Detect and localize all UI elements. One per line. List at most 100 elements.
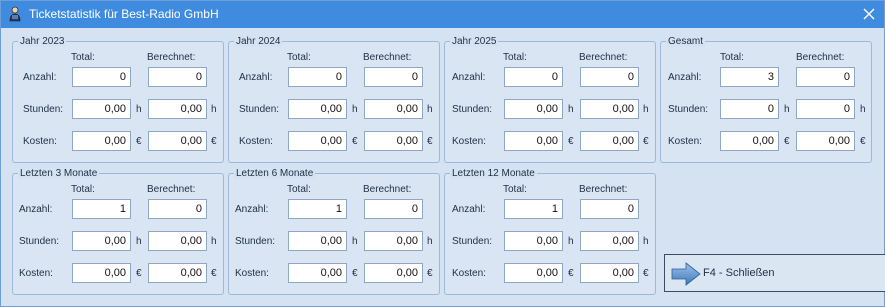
anzahl-total-field[interactable]: 1 [288, 199, 347, 219]
stunden-total-field[interactable]: 0,00 [72, 99, 131, 119]
anzahl-total-field[interactable]: 1 [504, 199, 563, 219]
group-title: Letzten 12 Monate [450, 168, 537, 179]
kosten-berechnet-field[interactable]: 0,00 [148, 131, 207, 151]
group-title: Jahr 2024 [234, 36, 283, 47]
label-anzahl: Anzahl: [239, 72, 273, 83]
anzahl-berechnet-field[interactable]: 0 [580, 67, 639, 87]
label-kosten: Kosten: [668, 136, 702, 147]
stunden-berechnet-field[interactable]: 0 [796, 99, 855, 119]
label-anzahl: Anzahl: [452, 72, 486, 83]
anzahl-total-field[interactable]: 0 [72, 67, 131, 87]
anzahl-berechnet-field[interactable]: 0 [148, 199, 207, 219]
label-kosten: Kosten: [19, 268, 53, 279]
ticket-statistics-window: Ticketstatistik für Best-Radio GmbH Jahr… [0, 0, 885, 307]
unit-currency: € [352, 136, 358, 147]
unit-currency: € [352, 268, 358, 279]
anzahl-berechnet-field[interactable]: 0 [148, 67, 207, 87]
stunden-total-field[interactable]: 0,00 [288, 99, 347, 119]
stunden-berechnet-field[interactable]: 0,00 [364, 231, 423, 251]
group-gesamt: Gesamt Total: Berechnet: Anzahl: 3 0 Stu… [660, 36, 872, 163]
label-kosten: Kosten: [239, 136, 273, 147]
group-title: Letzten 6 Monate [234, 168, 316, 179]
anzahl-berechnet-field[interactable]: 0 [796, 67, 855, 87]
group-jahr-2023: Jahr 2023 Total: Berechnet: Anzahl: 0 0 … [12, 36, 224, 163]
stunden-total-field[interactable]: 0,00 [504, 231, 563, 251]
stunden-total-field[interactable]: 0,00 [72, 231, 131, 251]
label-stunden: Stunden: [452, 104, 493, 115]
unit-currency: € [427, 136, 433, 147]
unit-currency: € [860, 136, 866, 147]
window-title: Ticketstatistik für Best-Radio GmbH [29, 7, 219, 21]
unit-currency: € [211, 268, 217, 279]
kosten-total-field[interactable]: 0,00 [72, 131, 131, 151]
col-head-total: Total: [720, 52, 744, 63]
unit-currency: € [211, 136, 217, 147]
label-stunden: Stunden: [235, 236, 276, 247]
label-anzahl: Anzahl: [668, 72, 702, 83]
stunden-total-field[interactable]: 0,00 [288, 231, 347, 251]
col-head-berechnet: Berechnet: [363, 52, 412, 63]
label-anzahl: Anzahl: [19, 204, 53, 215]
unit-hours: h [568, 104, 574, 115]
anzahl-berechnet-field[interactable]: 0 [364, 67, 423, 87]
label-kosten: Kosten: [235, 268, 269, 279]
stunden-berechnet-field[interactable]: 0,00 [580, 231, 639, 251]
col-head-berechnet: Berechnet: [363, 184, 412, 195]
unit-hours: h [643, 104, 649, 115]
col-head-berechnet: Berechnet: [147, 184, 196, 195]
kosten-berechnet-field[interactable]: 0,00 [796, 131, 855, 151]
label-stunden: Stunden: [452, 236, 493, 247]
stunden-berechnet-field[interactable]: 0,00 [580, 99, 639, 119]
arrow-right-icon [671, 262, 701, 286]
unit-hours: h [136, 236, 142, 247]
stunden-berechnet-field[interactable]: 0,00 [148, 99, 207, 119]
label-stunden: Stunden: [23, 104, 64, 115]
unit-hours: h [211, 104, 217, 115]
unit-currency: € [643, 268, 649, 279]
unit-hours: h [860, 104, 866, 115]
kosten-total-field[interactable]: 0,00 [504, 131, 563, 151]
kosten-berechnet-field[interactable]: 0,00 [148, 263, 207, 283]
stunden-total-field[interactable]: 0 [720, 99, 779, 119]
close-f4-button[interactable]: F4 - Schließen [664, 254, 885, 292]
close-button-label: F4 - Schließen [703, 267, 775, 279]
close-icon[interactable] [860, 5, 878, 23]
group-title: Jahr 2025 [450, 36, 499, 47]
anzahl-total-field[interactable]: 3 [720, 67, 779, 87]
kosten-berechnet-field[interactable]: 0,00 [580, 263, 639, 283]
kosten-total-field[interactable]: 0,00 [288, 263, 347, 283]
anzahl-total-field[interactable]: 1 [72, 199, 131, 219]
stunden-berechnet-field[interactable]: 0,00 [148, 231, 207, 251]
kosten-total-field[interactable]: 0,00 [288, 131, 347, 151]
unit-hours: h [427, 236, 433, 247]
group-title: Gesamt [666, 36, 706, 47]
stunden-total-field[interactable]: 0,00 [504, 99, 563, 119]
unit-hours: h [352, 104, 358, 115]
col-head-total: Total: [503, 184, 527, 195]
kosten-total-field[interactable]: 0,00 [720, 131, 779, 151]
anzahl-total-field[interactable]: 0 [288, 67, 347, 87]
stunden-berechnet-field[interactable]: 0,00 [364, 99, 423, 119]
group-letzten-3-monate: Letzten 3 Monate Total: Berechnet: Anzah… [12, 168, 224, 295]
kosten-berechnet-field[interactable]: 0,00 [580, 131, 639, 151]
label-kosten: Kosten: [23, 136, 57, 147]
kosten-total-field[interactable]: 0,00 [504, 263, 563, 283]
kosten-berechnet-field[interactable]: 0,00 [364, 263, 423, 283]
unit-hours: h [136, 104, 142, 115]
kosten-berechnet-field[interactable]: 0,00 [364, 131, 423, 151]
col-head-berechnet: Berechnet: [147, 52, 196, 63]
group-jahr-2024: Jahr 2024 Total: Berechnet: Anzahl: 0 0 … [228, 36, 440, 163]
unit-currency: € [643, 136, 649, 147]
anzahl-berechnet-field[interactable]: 0 [364, 199, 423, 219]
label-stunden: Stunden: [668, 104, 709, 115]
unit-currency: € [568, 136, 574, 147]
unit-currency: € [136, 268, 142, 279]
kosten-total-field[interactable]: 0,00 [72, 263, 131, 283]
label-anzahl: Anzahl: [235, 204, 269, 215]
anzahl-berechnet-field[interactable]: 0 [580, 199, 639, 219]
col-head-total: Total: [287, 184, 311, 195]
unit-hours: h [211, 236, 217, 247]
anzahl-total-field[interactable]: 0 [504, 67, 563, 87]
group-letzten-6-monate: Letzten 6 Monate Total: Berechnet: Anzah… [228, 168, 440, 295]
unit-currency: € [784, 136, 790, 147]
